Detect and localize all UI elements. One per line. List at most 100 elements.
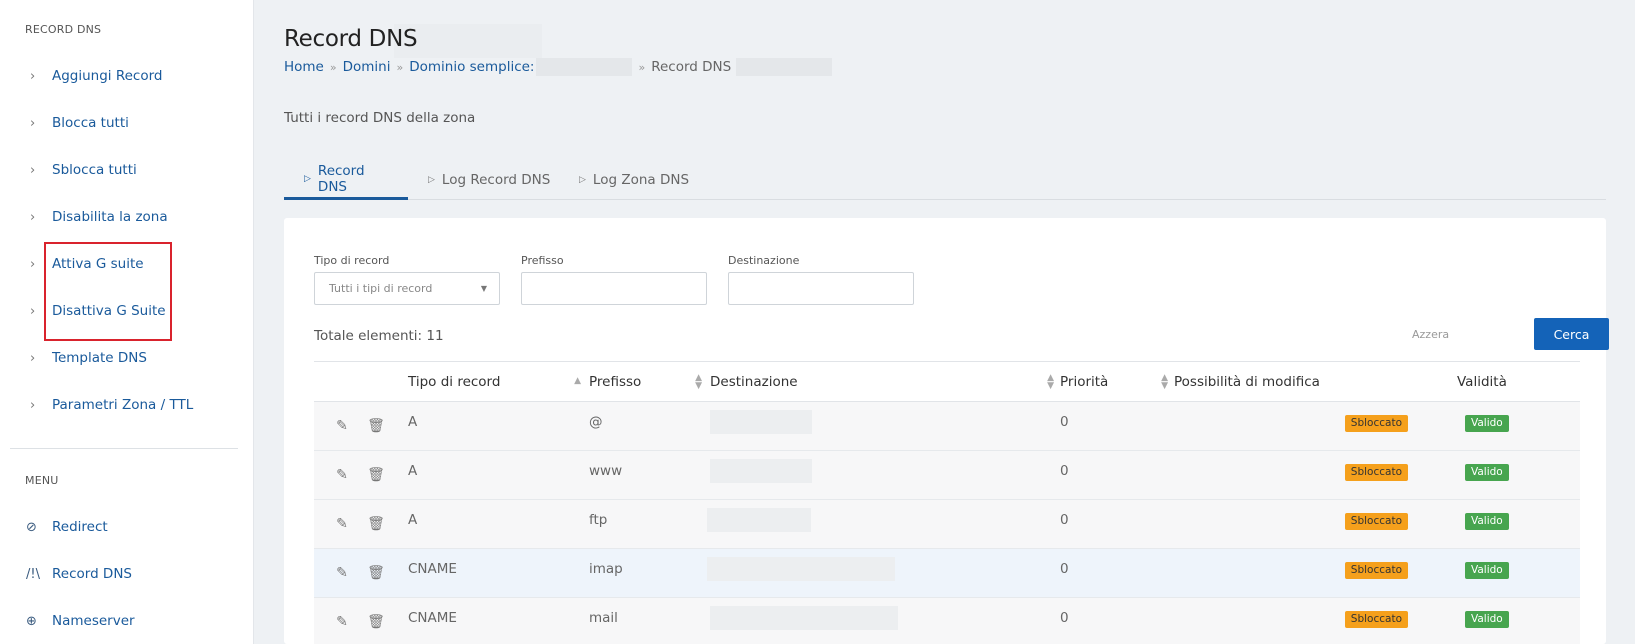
sidebar-item-label: Disabilita la zona	[52, 209, 168, 225]
chevron-right-icon: ›	[30, 115, 36, 131]
table-row: ✎ 🗑 A www 0 Sbloccato Valido	[314, 450, 1580, 500]
sidebar-item-blocca-tutti[interactable]: › Blocca tutti	[30, 108, 240, 138]
chevron-right-icon: ›	[30, 303, 36, 319]
sidebar-item-disabilita-zona[interactable]: › Disabilita la zona	[30, 202, 240, 232]
cell-tipo: A	[408, 450, 589, 500]
breadcrumb-dominio[interactable]: Dominio semplice:	[409, 59, 534, 75]
sort-icon: ▲ ▼	[1161, 373, 1168, 391]
menu-item-nameserver[interactable]: ⊕ Nameserver	[26, 606, 236, 636]
tab-log-record-dns[interactable]: ▷ Log Record DNS	[408, 160, 570, 200]
chevron-right-icon: ›	[30, 256, 36, 272]
menu-item-record-dns[interactable]: /!\ Record DNS	[26, 559, 236, 589]
prefisso-input[interactable]	[521, 272, 707, 305]
menu-item-redirect[interactable]: ⊘ Redirect	[26, 512, 236, 542]
sidebar-item-attiva-gsuite[interactable]: › Attiva G suite	[30, 249, 240, 279]
table-row: ✎ 🗑 CNAME mail 0 Sbloccato Valido	[314, 597, 1580, 644]
sidebar-item-label: Parametri Zona / TTL	[52, 397, 194, 413]
trash-icon[interactable]: 🗑	[366, 565, 386, 581]
header-priorita[interactable]: Priorità ▲ ▼	[1060, 361, 1174, 402]
triangle-right-icon: ▷	[304, 173, 311, 184]
menu-item-label: Redirect	[52, 519, 108, 535]
breadcrumb-separator: »	[329, 60, 337, 74]
table-row: ✎ 🗑 A ftp 0 Sbloccato Valido	[314, 499, 1580, 549]
sidebar-item-parametri-zona[interactable]: › Parametri Zona / TTL	[30, 390, 240, 420]
sidebar-item-disattiva-gsuite[interactable]: › Disattiva G Suite	[30, 296, 240, 326]
tab-record-dns[interactable]: ▷ Record DNS	[284, 160, 408, 200]
header-modifica: Possibilità di modifica	[1174, 361, 1429, 402]
menu-title: MENU	[25, 474, 59, 487]
destinazione-input[interactable]	[728, 272, 914, 305]
sort-asc-icon: ▲	[574, 376, 581, 386]
sidebar-item-template-dns[interactable]: › Template DNS	[30, 343, 240, 373]
redacted-area	[710, 459, 812, 483]
globe-icon: ⊕	[26, 613, 37, 629]
header-tipo[interactable]: Tipo di record ▲	[408, 361, 589, 402]
trash-icon[interactable]: 🗑	[366, 467, 386, 483]
sidebar-item-sblocca-tutti[interactable]: › Sblocca tutti	[30, 155, 240, 185]
sidebar-item-label: Template DNS	[52, 350, 147, 366]
validity-badge: Valido	[1465, 415, 1509, 432]
validity-badge: Valido	[1465, 611, 1509, 628]
search-button[interactable]: Cerca	[1534, 318, 1609, 350]
status-badge: Sbloccato	[1344, 415, 1408, 432]
cell-prefisso: www	[589, 450, 710, 500]
trash-icon[interactable]: 🗑	[366, 516, 386, 532]
edit-icon[interactable]: ✎	[332, 565, 352, 581]
edit-icon[interactable]: ✎	[332, 614, 352, 630]
cell-priorita: 0	[1060, 597, 1174, 644]
record-type-select[interactable]: Tutti i tipi di record ▼	[314, 272, 500, 305]
header-label: Prefisso	[589, 373, 642, 390]
tab-log-zona-dns[interactable]: ▷ Log Zona DNS	[559, 160, 709, 200]
chevron-right-icon: ›	[30, 68, 36, 84]
sidebar: RECORD DNS › Aggiungi Record › Blocca tu…	[0, 0, 254, 644]
cell-tipo: CNAME	[408, 548, 589, 598]
page-title: Record DNS	[284, 26, 418, 52]
cell-tipo: CNAME	[408, 597, 589, 644]
tab-label: Log Record DNS	[441, 172, 551, 188]
edit-icon[interactable]: ✎	[332, 418, 352, 434]
header-destinazione[interactable]: Destinazione ▲ ▼	[710, 361, 1060, 402]
tab-bar: ▷ Record DNS ▷ Log Record DNS ▷ Log Zona…	[284, 160, 1606, 200]
status-badge: Sbloccato	[1344, 513, 1408, 530]
cell-prefisso: @	[589, 401, 710, 451]
chevron-right-icon: ›	[30, 397, 36, 413]
header-prefisso[interactable]: Prefisso ▲ ▼	[589, 361, 710, 402]
cell-tipo: A	[408, 499, 589, 549]
caret-down-icon: ▼	[480, 284, 487, 293]
trash-icon[interactable]: 🗑	[366, 614, 386, 630]
validity-badge: Valido	[1465, 562, 1509, 579]
redacted-area	[710, 410, 812, 434]
record-dns-icon: /!\	[26, 566, 40, 582]
sidebar-item-label: Aggiungi Record	[52, 68, 163, 84]
sort-icon: ▲ ▼	[695, 373, 702, 391]
edit-icon[interactable]: ✎	[332, 467, 352, 483]
triangle-right-icon: ▷	[579, 175, 586, 185]
reset-button[interactable]: Azzera	[1412, 328, 1449, 341]
sidebar-divider	[10, 448, 238, 449]
filter-tipo-label: Tipo di record	[314, 254, 390, 267]
sidebar-item-label: Attiva G suite	[52, 256, 144, 272]
tab-label: Log Zona DNS	[592, 172, 690, 188]
redacted-area	[736, 58, 833, 76]
breadcrumb-domini[interactable]: Domini	[343, 59, 391, 75]
status-badge: Sbloccato	[1344, 464, 1408, 481]
cell-priorita: 0	[1060, 450, 1174, 500]
sidebar-item-aggiungi-record[interactable]: › Aggiungi Record	[30, 61, 240, 91]
breadcrumb-current: Record DNS	[651, 59, 732, 75]
tab-label: Record DNS	[317, 162, 365, 195]
validity-badge: Valido	[1465, 464, 1509, 481]
edit-icon[interactable]: ✎	[332, 516, 352, 532]
redacted-area	[710, 606, 898, 630]
breadcrumb: Home » Domini » Dominio semplice: » Reco…	[284, 58, 833, 76]
record-type-select-value: Tutti i tipi di record	[329, 282, 433, 295]
table-row: ✎ 🗑 CNAME imap 0 Sbloccato Valido	[314, 548, 1580, 598]
table-row: ✎ 🗑 A @ 0 Sbloccato Valido	[314, 401, 1580, 451]
sidebar-item-label: Blocca tutti	[52, 115, 129, 131]
cell-prefisso: ftp	[589, 499, 710, 549]
header-label: Possibilità di modifica	[1174, 373, 1320, 390]
cell-prefisso: mail	[589, 597, 710, 644]
records-panel: Tipo di record Tutti i tipi di record ▼ …	[284, 218, 1609, 644]
breadcrumb-home[interactable]: Home	[284, 59, 324, 75]
trash-icon[interactable]: 🗑	[366, 418, 386, 434]
status-badge: Sbloccato	[1344, 611, 1408, 628]
